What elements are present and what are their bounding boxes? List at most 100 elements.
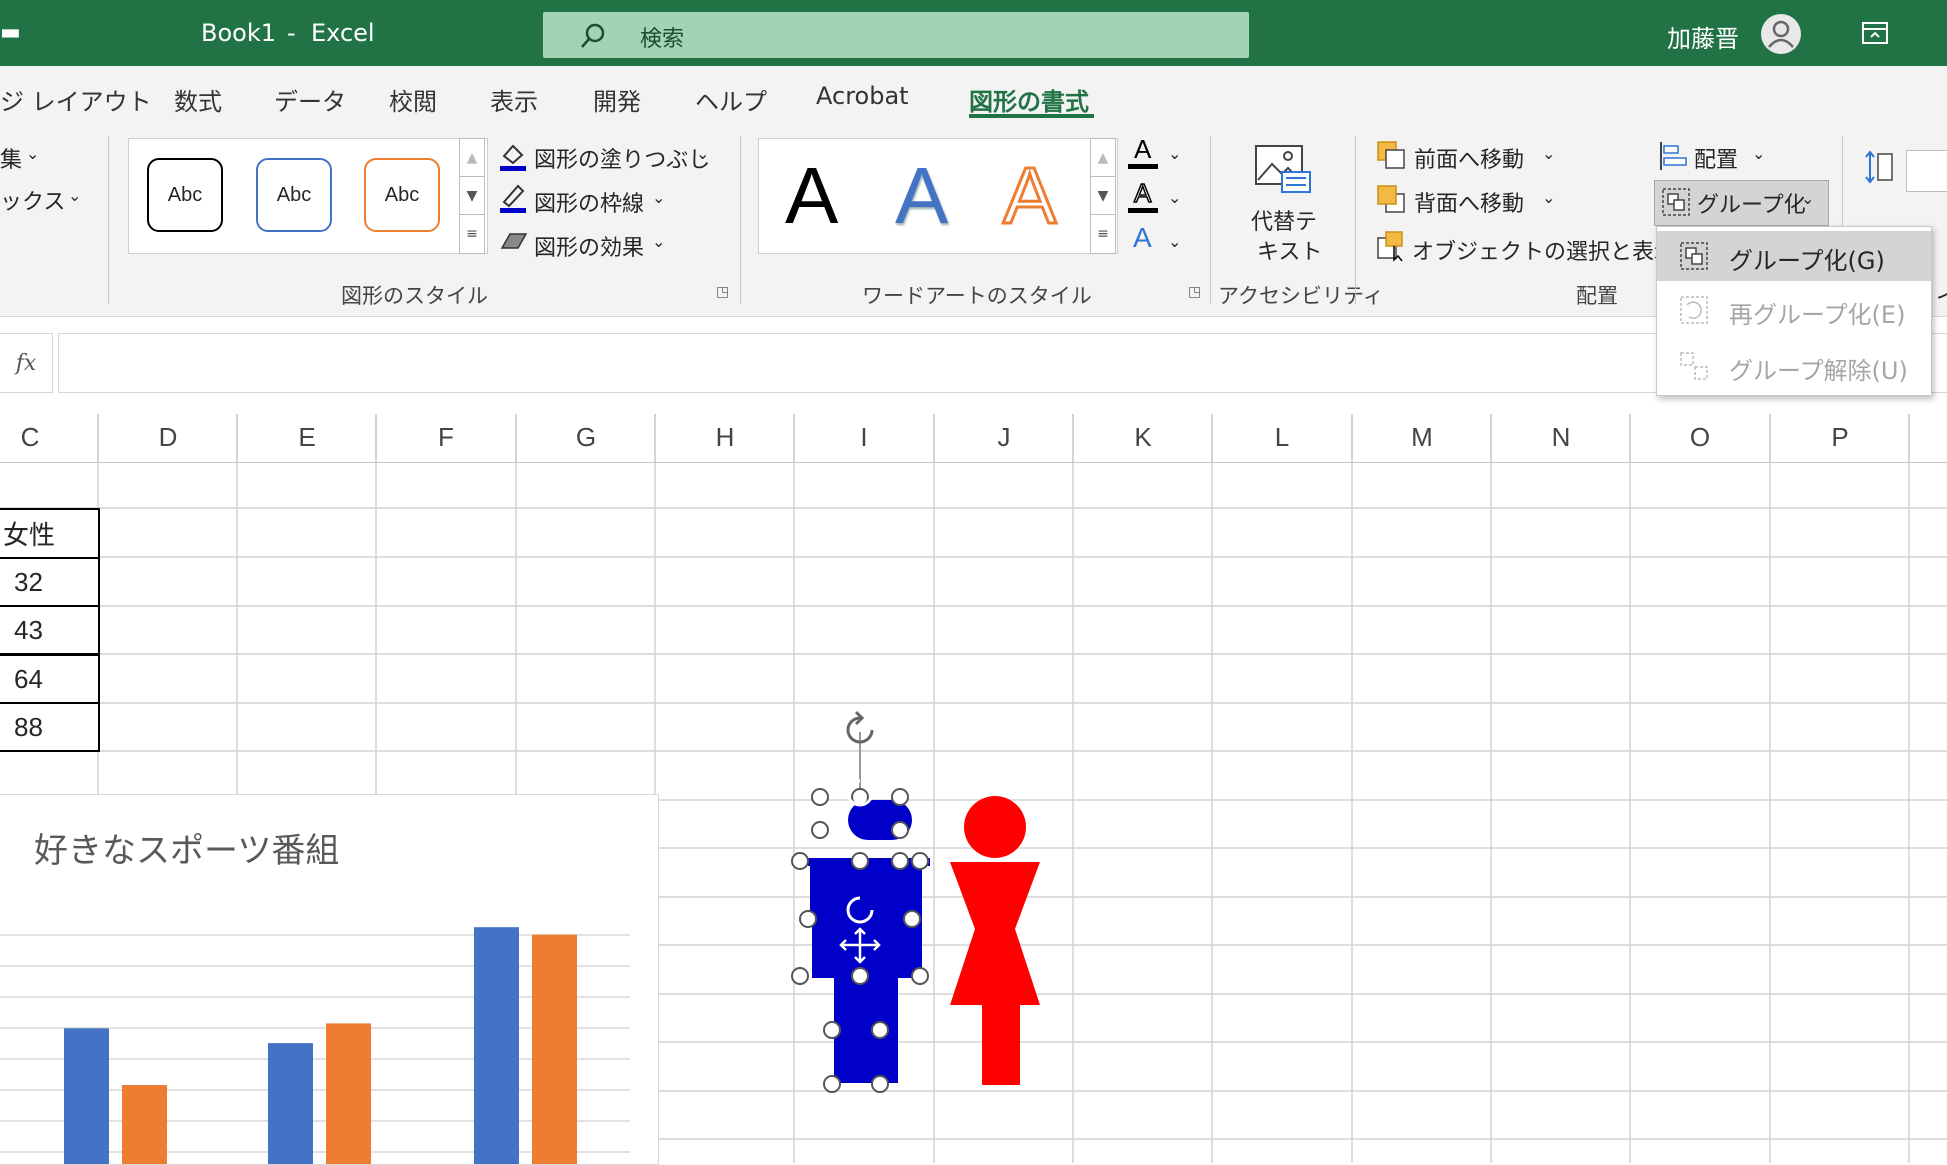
column-header-n[interactable]: N: [1541, 422, 1581, 453]
column-header-d[interactable]: D: [148, 422, 188, 453]
tab-data[interactable]: データ: [274, 82, 346, 117]
table-cell[interactable]: 32: [0, 557, 100, 607]
female-figure-shape[interactable]: [950, 796, 1040, 1085]
table-cell[interactable]: 43: [0, 605, 100, 655]
column-header-p[interactable]: P: [1820, 422, 1860, 453]
active-tab-indicator: [969, 114, 1094, 118]
text-effects-icon[interactable]: A: [1128, 222, 1158, 258]
group-divider: [1355, 136, 1356, 304]
chart[interactable]: 好きなスポーツ番組: [0, 794, 659, 1165]
gallery-up-arrow-icon[interactable]: ▲: [459, 138, 485, 178]
send-backward-button[interactable]: 背面へ移動: [1414, 186, 1524, 218]
chart-bar[interactable]: [64, 1028, 109, 1164]
text-outline-icon[interactable]: A: [1128, 177, 1158, 214]
male-figure-shape[interactable]: [808, 800, 930, 1083]
bring-forward-button[interactable]: 前面へ移動: [1414, 142, 1524, 174]
column-header-l[interactable]: L: [1262, 422, 1302, 453]
tab-page-layout[interactable]: ジ レイアウト: [0, 82, 152, 117]
edit-shape-button[interactable]: 集: [0, 142, 22, 174]
chevron-down-icon[interactable]: ⌄: [1168, 232, 1181, 251]
column-header-f[interactable]: F: [426, 422, 466, 453]
column-header-m[interactable]: M: [1402, 422, 1442, 453]
chevron-down-icon[interactable]: ⌄: [1168, 188, 1181, 207]
wordart-style-black[interactable]: A: [785, 150, 838, 242]
shape-effects-button[interactable]: 図形の効果: [534, 230, 644, 262]
column-header-k[interactable]: K: [1123, 422, 1163, 453]
shape-style-orange[interactable]: Abc: [364, 158, 440, 232]
table-value: 64: [14, 663, 43, 694]
insert-function-icon[interactable]: fx: [0, 333, 53, 393]
tab-developer[interactable]: 開発: [593, 82, 641, 117]
chart-bar[interactable]: [268, 1043, 313, 1164]
menu-item-label: グループ化(G): [1729, 247, 1885, 275]
table-value: 32: [14, 566, 43, 597]
alt-text-button[interactable]: 代替テ: [1251, 204, 1317, 236]
column-header-i[interactable]: I: [844, 422, 884, 453]
shape-style-black[interactable]: Abc: [147, 158, 223, 232]
chevron-down-icon[interactable]: ⌄: [1168, 144, 1181, 163]
shape-outline-button[interactable]: 図形の枠線: [534, 186, 644, 218]
shape-style-blue[interactable]: Abc: [256, 158, 332, 232]
align-button[interactable]: 配置: [1694, 142, 1738, 174]
search-box[interactable]: 検索: [543, 12, 1249, 58]
column-header-e[interactable]: E: [287, 422, 327, 453]
group-objects-icon: [1680, 242, 1708, 270]
send-backward-icon: [1377, 185, 1405, 213]
menu-item-group[interactable]: グループ化(G): [1657, 231, 1931, 281]
user-name[interactable]: 加藤晋: [1667, 19, 1739, 54]
menu-item-regroup[interactable]: 再グループ化(E): [1657, 285, 1931, 335]
chart-bar[interactable]: [474, 927, 519, 1164]
user-avatar-icon[interactable]: [1761, 14, 1801, 54]
chevron-down-icon: ⌄: [1752, 144, 1766, 163]
column-header-g[interactable]: G: [566, 422, 606, 453]
dialog-launcher-icon[interactable]: ◳: [1188, 284, 1201, 300]
gallery-more-icon[interactable]: ≡: [459, 214, 485, 254]
back-icon[interactable]: ▬: [0, 20, 21, 45]
tab-view[interactable]: 表示: [490, 82, 538, 117]
column-header-o[interactable]: O: [1680, 422, 1720, 453]
menu-item-label: グループ解除(U): [1729, 357, 1908, 385]
tab-review[interactable]: 校閲: [389, 82, 437, 117]
menu-item-ungroup[interactable]: グループ解除(U): [1657, 341, 1931, 391]
group-button[interactable]: グループ化 ⌄: [1654, 180, 1829, 226]
ribbon-display-icon[interactable]: [1860, 20, 1890, 46]
chart-bar[interactable]: [532, 934, 577, 1164]
text-fill-icon[interactable]: A: [1128, 134, 1158, 170]
gallery-down-arrow-icon[interactable]: ▼: [459, 176, 485, 216]
dialog-launcher-icon[interactable]: ◳: [716, 284, 729, 300]
column-header-j[interactable]: J: [984, 422, 1024, 453]
tab-help[interactable]: ヘルプ: [695, 82, 767, 117]
table-cell[interactable]: 女性: [0, 508, 100, 559]
table-cell[interactable]: 64: [0, 654, 100, 704]
wordart-style-orange-outline[interactable]: A: [1001, 150, 1057, 242]
shape-fill-button[interactable]: 図形の塗りつぶし: [534, 142, 710, 174]
figure-shapes: [791, 710, 1040, 1093]
wordart-more-icon[interactable]: ≡: [1090, 214, 1116, 254]
selection-pane-button[interactable]: オブジェクトの選択と表示: [1412, 234, 1676, 266]
wordart-down-arrow-icon[interactable]: ▼: [1090, 176, 1116, 216]
chevron-down-icon: ⌄: [26, 144, 40, 163]
ribbon-tabs: ジ レイアウト 数式 データ 校閲 表示 開発 ヘルプ Acrobat 図形の書…: [0, 66, 1947, 130]
wordart-up-arrow-icon[interactable]: ▲: [1090, 138, 1116, 178]
wordart-style-blue[interactable]: A: [895, 150, 948, 242]
table-value: 43: [14, 614, 43, 645]
ungroup-icon: [1680, 352, 1708, 380]
title-bar: ▬ Book1 - Excel 検索 加藤晋: [0, 0, 1947, 66]
tab-acrobat[interactable]: Acrobat: [816, 82, 909, 110]
tab-formulas[interactable]: 数式: [174, 82, 222, 117]
tab-shape-format[interactable]: 図形の書式: [969, 82, 1089, 117]
shape-height-input[interactable]: [1906, 150, 1947, 192]
table-cell[interactable]: 88: [0, 702, 100, 752]
group-divider: [1210, 136, 1211, 304]
column-header-h[interactable]: H: [705, 422, 745, 453]
chart-bar[interactable]: [326, 1023, 371, 1164]
group-objects-icon: [1662, 188, 1690, 216]
alt-text-button-line2[interactable]: キスト: [1257, 234, 1322, 266]
chart-bar[interactable]: [122, 1085, 167, 1164]
column-headers: C D E F G H I J K L M N O P: [0, 414, 1947, 463]
selection-pane-icon: [1377, 231, 1403, 262]
column-header-c[interactable]: C: [10, 422, 50, 453]
arrange-group-label: 配置: [1576, 284, 1618, 308]
textbox-button[interactable]: ックス: [0, 184, 65, 216]
chevron-down-icon: ⌄: [696, 144, 710, 163]
